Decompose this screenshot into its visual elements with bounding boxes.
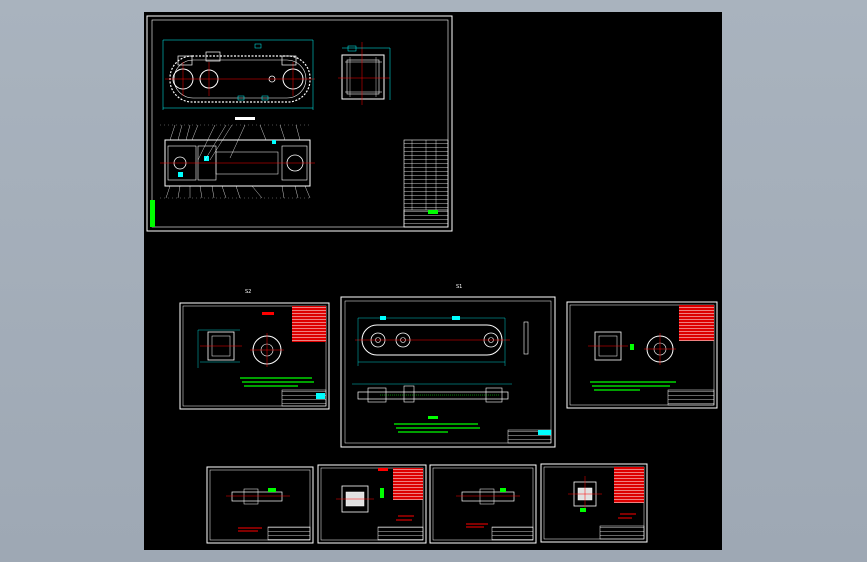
sheet-d4[interactable] (206, 466, 314, 544)
plan-view (160, 117, 315, 199)
sheet-s2[interactable] (179, 302, 330, 410)
sheet-s3[interactable] (566, 301, 718, 409)
sheet-d6[interactable] (429, 464, 537, 544)
assembly-title-block (150, 139, 449, 228)
assembly-sheet[interactable] (146, 15, 453, 232)
sheet-d7[interactable] (540, 463, 648, 543)
cad-drawings (146, 15, 718, 544)
sheet-d5[interactable] (317, 464, 427, 544)
side-view (338, 42, 391, 105)
sheet-s1[interactable] (340, 296, 556, 448)
track-view (162, 39, 315, 110)
